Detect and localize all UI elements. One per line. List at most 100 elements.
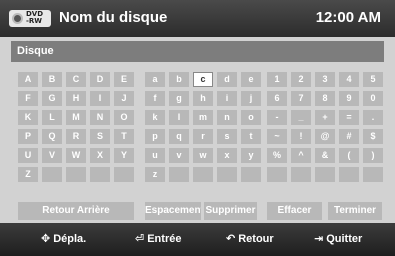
enter-icon: ⏎: [135, 232, 145, 245]
key-symbols-2-1[interactable]: _: [291, 110, 311, 125]
key-lowercase-2-1[interactable]: l: [169, 110, 189, 125]
key-lowercase-1-3[interactable]: i: [217, 91, 237, 106]
key-symbols-3-0[interactable]: ~: [267, 129, 287, 144]
key-uppercase-3-1[interactable]: Q: [42, 129, 62, 144]
key-lowercase-4-0[interactable]: u: [145, 148, 165, 163]
hint-move-label: Dépla.: [53, 233, 87, 245]
key-uppercase-1-2[interactable]: H: [66, 91, 86, 106]
key-lowercase-0-4[interactable]: e: [241, 72, 261, 87]
key-uppercase-0-2[interactable]: C: [66, 72, 86, 87]
key-lowercase-3-2[interactable]: r: [193, 129, 213, 144]
key-uppercase-0-4[interactable]: E: [114, 72, 134, 87]
key-symbols-0-3[interactable]: 4: [339, 72, 359, 87]
hint-move: ✥ Dépla.: [41, 232, 86, 248]
key-uppercase-3-0[interactable]: P: [18, 129, 38, 144]
key-blank: [169, 167, 189, 182]
key-uppercase-3-2[interactable]: R: [66, 129, 86, 144]
key-lowercase-2-4[interactable]: o: [241, 110, 261, 125]
key-symbols-3-4[interactable]: $: [363, 129, 383, 144]
key-uppercase-4-3[interactable]: X: [90, 148, 110, 163]
key-lowercase-1-1[interactable]: g: [169, 91, 189, 106]
key-blank: [114, 167, 134, 182]
exit-icon: ⇥: [314, 232, 324, 245]
key-symbols-4-2[interactable]: &: [315, 148, 335, 163]
hint-quit: ⇥ Quitter: [314, 232, 362, 248]
key-symbols-0-4[interactable]: 5: [363, 72, 383, 87]
key-blank: [90, 167, 110, 182]
key-lowercase-4-4[interactable]: y: [241, 148, 261, 163]
key-symbols-1-4[interactable]: 0: [363, 91, 383, 106]
key-lowercase-2-2[interactable]: m: [193, 110, 213, 125]
key-uppercase-3-4[interactable]: T: [114, 129, 134, 144]
keyboard-panel: Disque ABCDE FGHIJ KLMNO PQRST UVWXY Zabcde fg…: [0, 37, 395, 223]
key-uppercase-1-0[interactable]: F: [18, 91, 38, 106]
key-symbols-0-0[interactable]: 1: [267, 72, 287, 87]
disc-name-input[interactable]: Disque: [11, 41, 384, 62]
key-lowercase-2-0[interactable]: k: [145, 110, 165, 125]
key-lowercase-0-3[interactable]: d: [217, 72, 237, 87]
key-uppercase-1-4[interactable]: J: [114, 91, 134, 106]
key-symbols-4-3[interactable]: (: [339, 148, 359, 163]
key-lowercase-4-2[interactable]: w: [193, 148, 213, 163]
key-uppercase-2-3[interactable]: N: [90, 110, 110, 125]
key-uppercase-3-3[interactable]: S: [90, 129, 110, 144]
key-symbols-2-2[interactable]: +: [315, 110, 335, 125]
key-blank: [241, 167, 261, 182]
key-uppercase-4-0[interactable]: U: [18, 148, 38, 163]
key-uppercase-5-0[interactable]: Z: [18, 167, 38, 182]
key-symbols-2-0[interactable]: -: [267, 110, 287, 125]
key-lowercase-3-4[interactable]: t: [241, 129, 261, 144]
key-uppercase-4-2[interactable]: W: [66, 148, 86, 163]
key-symbols-1-2[interactable]: 8: [315, 91, 335, 106]
hint-quit-label: Quitter: [326, 233, 363, 245]
key-uppercase-1-3[interactable]: I: [90, 91, 110, 106]
key-lowercase-5-0[interactable]: z: [145, 167, 165, 182]
key-symbols-1-1[interactable]: 7: [291, 91, 311, 106]
key-symbols-2-3[interactable]: =: [339, 110, 359, 125]
key-uppercase-2-2[interactable]: M: [66, 110, 86, 125]
key-symbols-3-1[interactable]: !: [291, 129, 311, 144]
back-button[interactable]: Retour Arrière: [18, 202, 134, 220]
clock: 12:00 AM: [315, 9, 381, 26]
key-symbols-4-0[interactable]: %: [267, 148, 287, 163]
key-symbols-1-3[interactable]: 9: [339, 91, 359, 106]
clear-button[interactable]: Effacer: [267, 202, 322, 220]
key-uppercase-0-0[interactable]: A: [18, 72, 38, 87]
page-title: Nom du disque: [59, 9, 168, 26]
key-lowercase-0-2[interactable]: c: [193, 72, 213, 87]
key-lowercase-1-0[interactable]: f: [145, 91, 165, 106]
dvd-title-editor-screen: DVD -RW Nom du disque 12:00 AM Disque AB…: [0, 0, 395, 256]
key-lowercase-0-1[interactable]: b: [169, 72, 189, 87]
key-symbols-1-0[interactable]: 6: [267, 91, 287, 106]
key-blank: [193, 167, 213, 182]
key-uppercase-0-1[interactable]: B: [42, 72, 62, 87]
key-symbols-0-2[interactable]: 3: [315, 72, 335, 87]
key-uppercase-2-0[interactable]: K: [18, 110, 38, 125]
key-uppercase-2-4[interactable]: O: [114, 110, 134, 125]
key-lowercase-3-1[interactable]: q: [169, 129, 189, 144]
key-symbols-4-4[interactable]: ): [363, 148, 383, 163]
key-lowercase-1-2[interactable]: h: [193, 91, 213, 106]
key-symbols-4-1[interactable]: ^: [291, 148, 311, 163]
key-uppercase-1-1[interactable]: G: [42, 91, 62, 106]
key-uppercase-2-1[interactable]: L: [42, 110, 62, 125]
key-lowercase-2-3[interactable]: n: [217, 110, 237, 125]
key-symbols-3-3[interactable]: #: [339, 129, 359, 144]
badge-text-rw: -RW: [26, 17, 43, 25]
key-symbols-2-4[interactable]: .: [363, 110, 383, 125]
space-button[interactable]: Espacement: [145, 202, 201, 220]
key-uppercase-4-1[interactable]: V: [42, 148, 62, 163]
key-symbols-3-2[interactable]: @: [315, 129, 335, 144]
key-lowercase-1-4[interactable]: j: [241, 91, 261, 106]
key-symbols-0-1[interactable]: 2: [291, 72, 311, 87]
key-lowercase-4-3[interactable]: x: [217, 148, 237, 163]
key-lowercase-3-3[interactable]: s: [217, 129, 237, 144]
key-uppercase-0-3[interactable]: D: [90, 72, 110, 87]
hint-return-label: Retour: [238, 233, 274, 245]
finish-button[interactable]: Terminer: [328, 202, 382, 220]
key-lowercase-3-0[interactable]: p: [145, 129, 165, 144]
key-uppercase-4-4[interactable]: Y: [114, 148, 134, 163]
key-lowercase-4-1[interactable]: v: [169, 148, 189, 163]
key-lowercase-0-0[interactable]: a: [145, 72, 165, 87]
delete-button[interactable]: Supprimer: [204, 202, 257, 220]
